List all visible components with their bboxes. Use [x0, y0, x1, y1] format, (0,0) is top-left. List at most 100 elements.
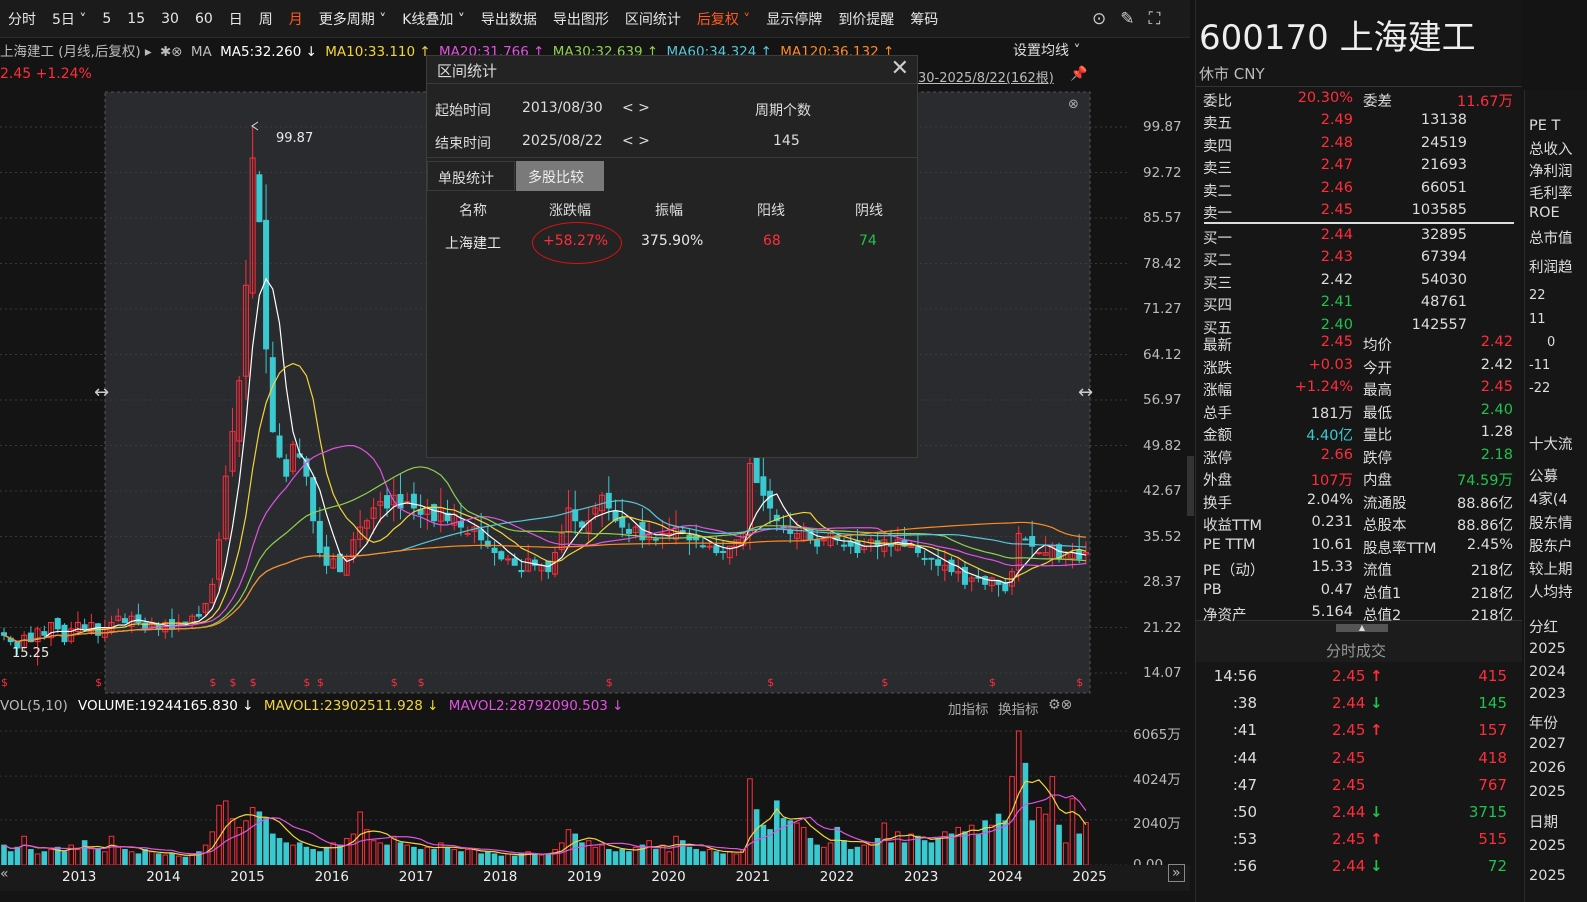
quote-cell: 2.40 [1320, 316, 1353, 333]
quote-cell: 4.40亿 [1306, 428, 1353, 444]
toolbar-item-4[interactable]: 30 [153, 11, 187, 27]
interval-stats-dialog: 区间统计 ✕ 起始时间 2013/08/30 < > 周期个数 结束时间 202… [426, 55, 918, 458]
volume-chart[interactable] [0, 718, 1190, 878]
toolbar-item-3[interactable]: 15 [119, 11, 153, 27]
volume-bar [814, 844, 820, 866]
ma-settings-button[interactable]: 设置均线 ˅ [1013, 40, 1080, 60]
pin-icon[interactable]: 📌 [1070, 66, 1087, 82]
toolbar-item-15[interactable]: 显示停牌 [758, 9, 830, 29]
dropdown-circle-icon[interactable]: ⊙ [1092, 9, 1106, 29]
toolbar-item-8[interactable]: 月 [281, 9, 311, 29]
fundamental-item: 2025 [1529, 838, 1566, 854]
right-resize-handle[interactable]: ↔ [1078, 382, 1093, 403]
range-label[interactable]: 30-2025/8/22(162根) [918, 67, 1054, 86]
volume-bar [256, 811, 263, 866]
volume-bar [1042, 813, 1049, 866]
left-resize-handle[interactable]: ↔ [94, 382, 109, 403]
tick-price: 2.45 [1332, 667, 1366, 685]
quote-cell: 内盘 [1363, 473, 1392, 489]
close-selection-icon[interactable]: ⊗ [1068, 97, 1079, 112]
candle-down [498, 551, 505, 560]
tab-multi-compare[interactable]: 多股比较 [516, 161, 604, 191]
switch-indicator-button[interactable]: 换指标 [998, 698, 1039, 718]
brush-icon[interactable]: ✎ [1120, 9, 1134, 29]
toolbar-item-6[interactable]: 日 [221, 9, 251, 29]
tab-single-stock[interactable]: 单股统计 [427, 161, 515, 191]
fundamental-item: 股东户 [1529, 539, 1573, 555]
candle-down [410, 493, 417, 509]
toolbar-item-0[interactable]: 分时 [0, 9, 44, 29]
ma5-value: MA5:32.260 ↓ [220, 44, 317, 60]
toolbar-item-14[interactable]: 后复权 ˅ [689, 9, 758, 29]
volume-bar [431, 849, 437, 866]
toolbar-item-7[interactable]: 周 [251, 9, 281, 29]
scroll-left-button[interactable]: « [0, 866, 9, 882]
candle-down [41, 631, 48, 636]
volume-bar [1062, 842, 1069, 866]
price-tick: 49.82 [1143, 437, 1182, 454]
volume-bar [532, 853, 538, 866]
candle-down [195, 614, 202, 617]
stat-row: 净资产 5.164 总值2 218亿 [1203, 604, 1513, 626]
volume-bar [424, 846, 431, 866]
volume-bar [861, 844, 867, 866]
toolbar-item-1[interactable]: 5日 ˅ [44, 9, 94, 29]
toolbar-item-13[interactable]: 区间统计 [617, 9, 689, 29]
order-book-row: 买四 2.41 48761 [1203, 294, 1513, 316]
tick-row: :53 2.45 ↑ 515 [1200, 830, 1515, 856]
quote-cell: 涨幅 [1203, 383, 1232, 399]
volume-bar [290, 844, 296, 866]
quote-cell: 卖一 [1203, 206, 1232, 222]
fundamental-item: -22 [1529, 381, 1551, 396]
quote-cell: 218亿 [1470, 608, 1513, 624]
add-indicator-button[interactable]: 加指标 [948, 698, 989, 718]
price-tick: 85.57 [1143, 210, 1182, 226]
dividend-marker: $ [250, 676, 257, 689]
volume-bar [747, 778, 753, 866]
quote-cell: 买二 [1203, 253, 1232, 269]
toolbar-item-9[interactable]: 更多周期 ˅ [311, 9, 394, 29]
panel-collapse-handle[interactable] [1187, 456, 1194, 516]
toolbar-item-5[interactable]: 60 [187, 11, 221, 27]
chart-title[interactable]: 上海建工 (月线,后复权) ▸ [0, 44, 152, 60]
volume-bar [276, 837, 283, 866]
toolbar-item-12[interactable]: 导出图形 [545, 9, 617, 29]
volume-bar [404, 844, 410, 866]
fundamental-item: 2027 [1529, 736, 1566, 752]
volume-bar [800, 826, 807, 866]
candle-down [135, 614, 142, 624]
price-tick: 64.12 [1143, 346, 1182, 363]
volume-bar [337, 844, 343, 866]
tick-volume: 72 [1487, 857, 1507, 876]
toolbar-item-17[interactable]: 筹码 [902, 9, 946, 29]
toolbar-item-10[interactable]: K线叠加 ˅ [394, 9, 473, 29]
fundamental-item: 股东情 [1529, 516, 1573, 532]
volume-bar [558, 842, 565, 866]
start-nav-arrows[interactable]: < > [622, 100, 650, 116]
fullscreen-icon[interactable]: ⛶ [1149, 9, 1161, 29]
end-date[interactable]: 2025/08/22 [522, 133, 603, 149]
volume-bar [377, 842, 384, 866]
toolbar-item-16[interactable]: 到价提醒 [830, 9, 902, 29]
volume-bar [847, 849, 854, 866]
quote-cell: 20.30% [1297, 90, 1353, 106]
start-date[interactable]: 2013/08/30 [522, 100, 603, 116]
gear-icon[interactable]: ⚙⊗ [1048, 697, 1072, 713]
tick-price: 2.45 [1332, 721, 1366, 740]
quote-cell: 2.45 [1320, 202, 1353, 218]
end-nav-arrows[interactable]: < > [622, 133, 650, 149]
fundamental-item: 2025 [1529, 641, 1566, 657]
volume-bar [122, 849, 128, 866]
volume-bar [162, 854, 169, 866]
toolbar-item-2[interactable]: 5 [94, 11, 119, 27]
volume-bar [135, 853, 142, 866]
volume-bar [222, 800, 229, 866]
candle-down [982, 576, 989, 585]
toolbar-item-11[interactable]: 导出数据 [473, 9, 545, 29]
gear-icon[interactable]: ✱⊗ [160, 44, 183, 60]
volume-bar [962, 831, 968, 866]
candle-down [384, 495, 391, 509]
scroll-right-button[interactable]: » [1168, 864, 1185, 882]
close-icon[interactable]: ✕ [891, 56, 909, 81]
fundamental-item: 公募 [1529, 469, 1558, 485]
